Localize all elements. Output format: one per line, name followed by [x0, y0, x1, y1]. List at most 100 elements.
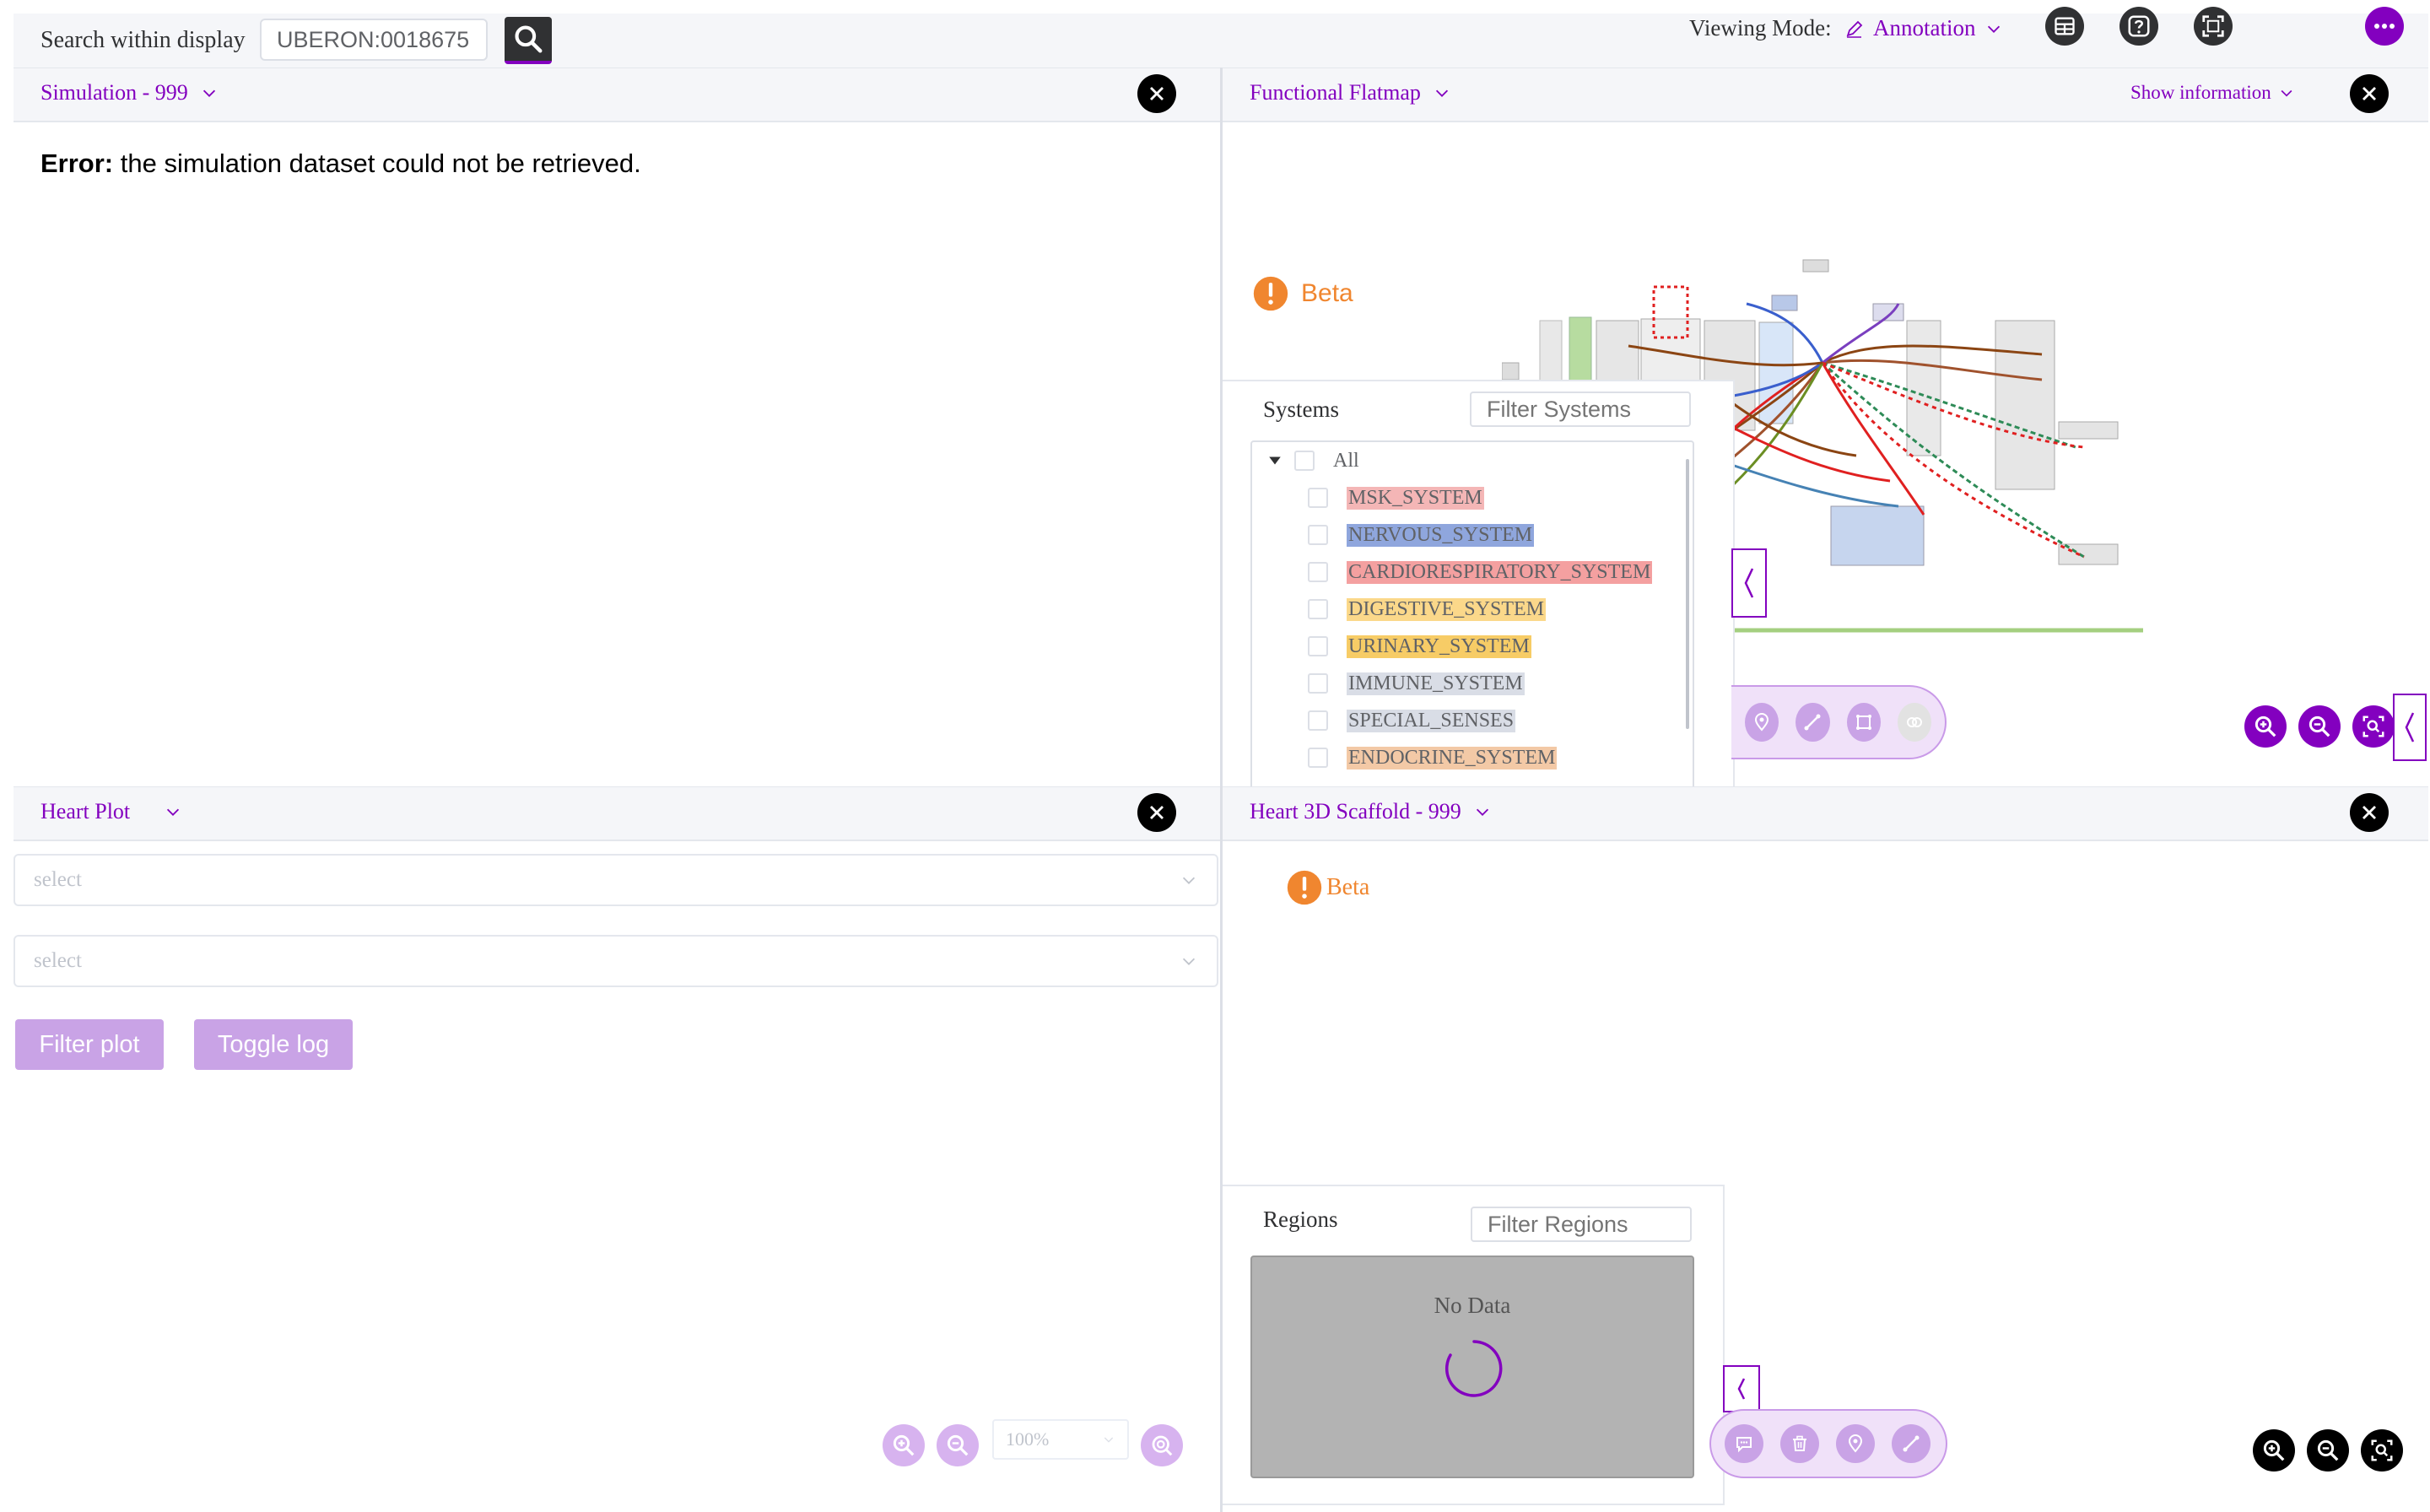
- fullscreen-icon: [2202, 15, 2224, 37]
- checkbox[interactable]: [1308, 636, 1328, 656]
- systems-item-label: DIGESTIVE_SYSTEM: [1347, 597, 1546, 621]
- systems-item[interactable]: SPECIAL_SENSES: [1252, 702, 1693, 739]
- systems-list: MSK_SYSTEM NERVOUS_SYSTEM CARDIORESPIRATOR…: [1252, 479, 1693, 776]
- flatmap-zoom-in-button[interactable]: [2244, 705, 2287, 748]
- plot-zoom-fit-button[interactable]: [1141, 1424, 1183, 1466]
- heart-plot-pane-selector[interactable]: Heart Plot: [40, 799, 182, 824]
- flatmap-right-drawer-toggle[interactable]: [2393, 694, 2427, 761]
- help-button[interactable]: [2120, 7, 2158, 46]
- flatmap-zoom-out-button[interactable]: [2298, 705, 2341, 748]
- filter-regions-input[interactable]: [1471, 1207, 1692, 1242]
- checkbox[interactable]: [1294, 451, 1315, 471]
- close-heart-plot-button[interactable]: [1137, 793, 1176, 832]
- beta-label: Beta: [1326, 874, 1370, 900]
- polygon-icon: [1855, 715, 1871, 730]
- help-icon: [2128, 15, 2150, 37]
- heart-plot-select-2[interactable]: select: [14, 935, 1218, 987]
- checkbox[interactable]: [1308, 710, 1328, 731]
- systems-item[interactable]: ENDOCRINE_SYSTEM: [1252, 739, 1693, 776]
- filter-plot-button[interactable]: Filter plot: [15, 1019, 164, 1070]
- systems-all-row[interactable]: All: [1252, 442, 1693, 479]
- plot-zoom-out-button[interactable]: [937, 1424, 979, 1466]
- comment-button[interactable]: [1725, 1424, 1763, 1463]
- zoom-in-icon: [2254, 716, 2276, 737]
- zoom-out-icon: [947, 1434, 969, 1456]
- more-options-button[interactable]: [2365, 7, 2404, 46]
- simulation-pane-selector[interactable]: Simulation - 999: [40, 80, 219, 105]
- fullscreen-button[interactable]: [2194, 7, 2233, 46]
- beta-label: Beta: [1301, 279, 1353, 307]
- systems-item[interactable]: NERVOUS_SYSTEM: [1252, 516, 1693, 554]
- search-label: Search within display: [40, 27, 246, 53]
- close-simulation-button[interactable]: [1137, 74, 1176, 113]
- regions-drawer-toggle[interactable]: [1723, 1365, 1760, 1412]
- systems-item[interactable]: DIGESTIVE_SYSTEM: [1252, 591, 1693, 628]
- systems-item[interactable]: MSK_SYSTEM: [1252, 479, 1693, 516]
- chevron-left-icon: [1744, 568, 1754, 598]
- plot-zoom-level-select[interactable]: 100%: [992, 1419, 1129, 1460]
- checkbox[interactable]: [1308, 748, 1328, 768]
- viewing-mode-value: Annotation: [1873, 15, 1976, 40]
- draw-line-button[interactable]: [1892, 1424, 1930, 1463]
- chevron-down-icon: [1182, 958, 1196, 965]
- loading-spinner-icon: [1445, 1340, 1503, 1397]
- place-marker-button[interactable]: [1836, 1424, 1875, 1463]
- chevron-down-icon: [1104, 1437, 1114, 1443]
- close-icon: [1150, 806, 1164, 819]
- plot-zoom-in-button[interactable]: [883, 1424, 925, 1466]
- checkbox[interactable]: [1308, 525, 1328, 545]
- systems-panel: Systems All MSK_SYSTEM NERVOUS_SYSTEM CARD…: [1223, 380, 1735, 795]
- systems-item-label: CARDIORESPIRATORY_SYSTEM: [1347, 560, 1653, 584]
- checkbox[interactable]: [1308, 488, 1328, 508]
- scaffold-zoom-out-button[interactable]: [2307, 1429, 2349, 1472]
- warning-icon: [1287, 870, 1322, 905]
- comment-icon: [1736, 1437, 1752, 1453]
- systems-item[interactable]: IMMUNE_SYSTEM: [1252, 665, 1693, 702]
- flatmap-toolbar: [1731, 685, 1947, 759]
- scaffold-beta-badge: Beta: [1286, 869, 1369, 906]
- filter-systems-input[interactable]: [1470, 392, 1691, 427]
- heart-plot-select-1[interactable]: select: [14, 854, 1218, 906]
- systems-drawer-toggle[interactable]: [1731, 548, 1767, 618]
- connection-button[interactable]: [1897, 703, 1931, 742]
- zoom-fit-icon: [2371, 1439, 2393, 1461]
- draw-polygon-button[interactable]: [1846, 703, 1881, 742]
- close-flatmap-button[interactable]: [2350, 74, 2389, 113]
- chevron-left-icon: [1737, 1378, 1746, 1400]
- chevron-down-icon: [2281, 89, 2292, 97]
- close-scaffold-button[interactable]: [2350, 793, 2389, 832]
- checkbox[interactable]: [1308, 562, 1328, 582]
- flatmap-zoom-fit-button[interactable]: [2352, 705, 2395, 748]
- layout-button[interactable]: [2045, 7, 2084, 46]
- chevron-down-icon: [1476, 808, 1488, 816]
- scaffold-zoom-fit-button[interactable]: [2361, 1429, 2403, 1472]
- close-icon: [2362, 806, 2376, 819]
- more-icon: [2374, 24, 2395, 29]
- checkbox[interactable]: [1308, 599, 1328, 619]
- pencil-icon: [1846, 20, 1863, 38]
- place-marker-button[interactable]: [1745, 703, 1779, 742]
- search-button[interactable]: [505, 17, 552, 64]
- draw-line-button[interactable]: [1796, 703, 1830, 742]
- close-icon: [1150, 87, 1164, 100]
- viewing-mode-dropdown[interactable]: Annotation: [1844, 15, 2003, 41]
- caret-down-icon[interactable]: [1267, 453, 1282, 468]
- flatmap-pane-selector[interactable]: Functional Flatmap: [1250, 80, 1451, 105]
- zoom-out-icon: [2317, 1439, 2339, 1461]
- systems-item[interactable]: CARDIORESPIRATORY_SYSTEM: [1252, 554, 1693, 591]
- scaffold-pane-selector[interactable]: Heart 3D Scaffold - 999: [1250, 799, 1492, 824]
- systems-scrollbar[interactable]: [1686, 459, 1689, 729]
- simulation-pane-header: Simulation - 999: [14, 68, 1220, 122]
- systems-item-label: MSK_SYSTEM: [1347, 486, 1484, 510]
- show-information-dropdown[interactable]: Show information: [2130, 82, 2295, 104]
- checkbox[interactable]: [1308, 673, 1328, 694]
- no-data-label: No Data: [1434, 1293, 1511, 1318]
- toggle-log-button[interactable]: Toggle log: [194, 1019, 353, 1070]
- delete-button[interactable]: [1780, 1424, 1819, 1463]
- scaffold-zoom-in-button[interactable]: [2253, 1429, 2295, 1472]
- viewing-mode-label: Viewing Mode:: [1689, 15, 1832, 40]
- systems-item[interactable]: URINARY_SYSTEM: [1252, 628, 1693, 665]
- simulation-error-message: Error: the simulation dataset could not …: [40, 148, 641, 179]
- zoom-out-icon: [2308, 716, 2330, 737]
- search-input[interactable]: [260, 19, 488, 61]
